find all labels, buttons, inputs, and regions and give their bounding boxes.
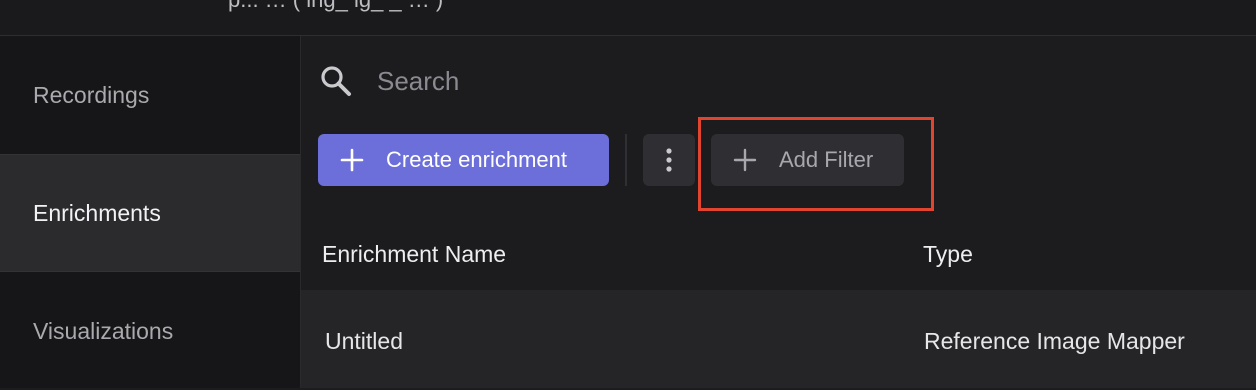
more-vertical-icon xyxy=(666,148,672,172)
sidebar: Recordings Enrichments Visualizations xyxy=(0,36,301,388)
window-title: p... … ( ing_ ig_ _ … ) xyxy=(228,0,443,13)
create-enrichment-label: Create enrichment xyxy=(386,147,567,172)
column-header-enrichment-name[interactable]: Enrichment Name xyxy=(322,241,506,268)
create-enrichment-button[interactable]: Create enrichment xyxy=(318,134,609,186)
more-options-button[interactable] xyxy=(643,134,695,186)
sidebar-item-label: Enrichments xyxy=(33,199,161,226)
enrichment-name-cell: Untitled xyxy=(325,328,403,354)
search-bar xyxy=(319,60,919,102)
plus-icon xyxy=(340,148,364,172)
sidebar-item-recordings[interactable]: Recordings xyxy=(0,36,300,154)
search-input[interactable] xyxy=(375,64,879,98)
enrichment-type-cell: Reference Image Mapper xyxy=(924,328,1185,354)
sidebar-item-enrichments[interactable]: Enrichments xyxy=(0,154,300,272)
main-content: Create enrichment Add Filter Enrichment … xyxy=(301,36,1256,388)
column-header-type[interactable]: Type xyxy=(923,241,973,268)
table-row[interactable]: Untitled Reference Image Mapper xyxy=(301,290,1256,388)
search-icon xyxy=(319,64,353,98)
window-title-bar: p... … ( ing_ ig_ _ … ) xyxy=(0,0,1256,36)
add-filter-button[interactable]: Add Filter xyxy=(711,134,904,186)
sidebar-item-label: Visualizations xyxy=(33,317,174,344)
sidebar-item-visualizations[interactable]: Visualizations xyxy=(0,272,300,390)
add-filter-label: Add Filter xyxy=(779,147,874,172)
toolbar-divider xyxy=(625,134,627,186)
plus-icon xyxy=(733,148,757,172)
sidebar-item-label: Recordings xyxy=(33,81,150,108)
